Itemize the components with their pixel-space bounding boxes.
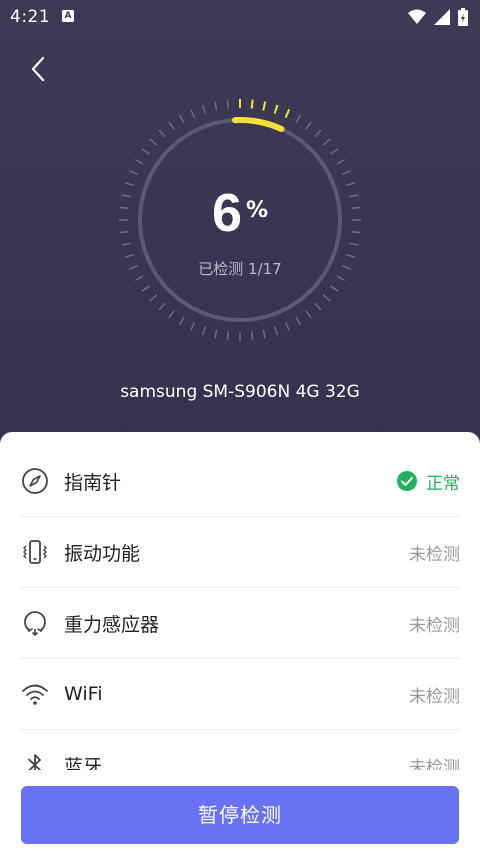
- gauge-tick: [141, 148, 150, 155]
- gauge-tick: [124, 253, 134, 259]
- gauge-tick: [226, 331, 230, 341]
- percent-sign: %: [246, 198, 269, 223]
- gauge-tick: [322, 138, 331, 146]
- gauge-tick: [330, 148, 339, 155]
- list-item-vibration[interactable]: 振动功能 未检测: [20, 517, 460, 588]
- wifi-signal-icon: [408, 9, 426, 24]
- compass-icon: [20, 466, 50, 496]
- gauge-tick: [273, 104, 279, 114]
- gauge-tick: [314, 302, 322, 311]
- gauge-tick: [201, 326, 207, 336]
- item-status: 未检测: [409, 686, 460, 707]
- pause-check-button[interactable]: 暂停检测: [21, 786, 459, 844]
- gauge-tick: [284, 322, 290, 331]
- check-circle-icon: [397, 471, 417, 491]
- battery-icon: [458, 8, 468, 26]
- gauge-tick: [129, 170, 138, 176]
- item-status: 未检测: [409, 544, 460, 565]
- gauge-tick: [346, 253, 356, 259]
- list-item-gravity-sensor[interactable]: 重力感应器 未检测: [20, 588, 460, 659]
- notification-badge-icon: A: [62, 10, 74, 22]
- gauge-tick: [168, 310, 175, 319]
- gauge-tick: [250, 99, 254, 109]
- status-time: 4:21: [10, 7, 51, 27]
- gauge-tick: [190, 109, 196, 118]
- gauge-tick: [190, 322, 196, 331]
- gauge-tick: [342, 170, 351, 176]
- gauge-tick: [273, 326, 279, 336]
- gauge-tick: [305, 121, 312, 130]
- status-bar: 4:21 A: [0, 0, 480, 34]
- checked-count: 已检测 1/17: [198, 260, 282, 278]
- gauge-tick: [178, 114, 185, 124]
- vibration-icon: [20, 537, 50, 567]
- gauge-tick: [322, 294, 331, 302]
- gauge-tick: [250, 331, 254, 341]
- device-name: samsung SM-S906N 4G 32G: [120, 382, 360, 402]
- gauge-tick: [149, 294, 158, 302]
- gauge-tick: [134, 158, 144, 165]
- gauge-tick: [158, 302, 166, 311]
- gauge-tick: [314, 129, 322, 138]
- item-label: WiFi: [64, 683, 103, 705]
- gauge-tick: [158, 129, 166, 138]
- gauge-tick: [336, 158, 346, 165]
- check-list: 指南针 正常 振动功能 未检测 重力感应器 未检测 WiFi 未检测 蓝牙 未检…: [20, 446, 460, 801]
- gravity-sensor-icon: [20, 608, 50, 638]
- back-arrow-icon[interactable]: [24, 54, 54, 84]
- gauge-progress-arc: [232, 117, 285, 132]
- cell-signal-icon: [434, 9, 450, 25]
- header-panel: 4:21 A 6% 已检测 1/17 samsung SM-S906N 4G 3…: [0, 0, 480, 460]
- gauge-tick: [214, 101, 218, 111]
- progress-percent: 6%: [0, 182, 480, 244]
- gauge-tick: [262, 329, 266, 339]
- percent-value: 6: [211, 183, 242, 243]
- gauge-tick: [305, 310, 312, 319]
- item-label: 指南针: [64, 471, 122, 494]
- list-item-wifi[interactable]: WiFi 未检测: [20, 659, 460, 730]
- status-ok: 正常: [396, 469, 460, 494]
- gauge-tick: [168, 121, 175, 130]
- gauge-tick: [226, 99, 230, 109]
- status-icons: [408, 8, 468, 26]
- gauge-tick: [214, 329, 218, 339]
- gauge-tick: [201, 104, 207, 114]
- gauge-tick: [330, 285, 339, 292]
- gauge-tick: [178, 316, 185, 326]
- gauge-tick: [284, 109, 291, 119]
- gauge-tick: [295, 114, 302, 124]
- gauge-tick: [149, 138, 158, 146]
- gauge-tick: [295, 316, 302, 326]
- item-status: 正常: [426, 473, 460, 494]
- item-label: 重力感应器: [64, 613, 160, 636]
- gauge-tick: [262, 101, 267, 111]
- wifi-icon: [20, 679, 50, 709]
- item-label: 振动功能: [64, 542, 141, 565]
- item-status: 未检测: [409, 615, 460, 636]
- gauge-tick: [141, 285, 150, 292]
- list-item-compass[interactable]: 指南针 正常: [20, 446, 460, 517]
